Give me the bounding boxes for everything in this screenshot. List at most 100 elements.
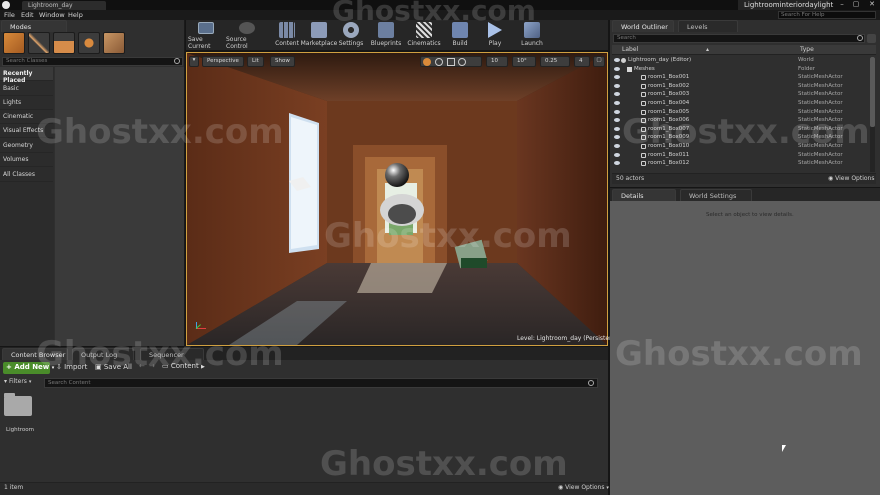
category-visual-effects[interactable]: Visual Effects xyxy=(0,124,53,138)
blueprints-button[interactable]: Blueprints xyxy=(369,20,403,50)
paint-mode-icon[interactable] xyxy=(28,32,50,54)
outliner-row[interactable]: room1_Box012 StaticMeshActor xyxy=(612,160,874,169)
visibility-eye-icon[interactable] xyxy=(614,118,620,123)
visibility-eye-icon[interactable] xyxy=(614,101,620,105)
tab-details[interactable]: Details xyxy=(612,189,676,201)
category-lights[interactable]: Lights xyxy=(0,96,53,110)
launch-button[interactable]: Launch xyxy=(517,20,547,50)
sort-ascending-icon: ▴ xyxy=(706,46,710,53)
save-current-button[interactable]: Save Current xyxy=(188,20,224,50)
outliner-scroll-thumb[interactable] xyxy=(870,57,875,127)
filters-button[interactable]: ▾ Filters ▾ xyxy=(4,378,42,388)
category-geometry[interactable]: Geometry xyxy=(0,139,53,153)
tab-content-browser[interactable]: Content Browser xyxy=(2,348,68,360)
place-mode-icon[interactable] xyxy=(3,32,25,54)
folder-tile-lightroom[interactable]: Lightroom xyxy=(4,393,34,436)
menu-file[interactable]: File xyxy=(4,11,15,19)
grid-snap-button[interactable]: 10 xyxy=(486,56,508,67)
history-back-button[interactable]: ← xyxy=(139,362,145,370)
settings-button[interactable]: Settings xyxy=(337,20,365,50)
perspective-button[interactable]: Perspective xyxy=(202,56,244,67)
visibility-eye-icon[interactable] xyxy=(614,161,620,166)
scale-snap-button[interactable]: 0.25 xyxy=(540,56,570,67)
build-button[interactable]: Build xyxy=(447,20,473,50)
visibility-eye-icon[interactable] xyxy=(614,66,620,71)
tab-world-outliner[interactable]: World Outliner xyxy=(612,20,674,32)
outliner-row[interactable]: room1_Box005 StaticMeshActor xyxy=(612,109,874,118)
visibility-eye-icon[interactable] xyxy=(614,58,620,62)
content-view-options-button[interactable]: ◉ View Options ▾ xyxy=(558,484,609,491)
folder-tab-icon xyxy=(4,393,15,397)
outliner-search-input[interactable]: Search xyxy=(613,34,865,43)
outliner-row[interactable]: room1_Box007 StaticMeshActor xyxy=(612,126,874,135)
visibility-eye-icon[interactable] xyxy=(614,152,620,157)
landscape-mode-icon[interactable] xyxy=(53,32,75,54)
menu-edit[interactable]: Edit xyxy=(21,11,34,19)
column-type-header[interactable]: Type xyxy=(800,46,814,53)
camera-speed-button[interactable]: 4 xyxy=(574,56,590,67)
menu-window[interactable]: Window xyxy=(39,11,65,19)
visibility-eye-icon[interactable] xyxy=(614,144,620,148)
menu-bar xyxy=(0,10,880,20)
tab-levels[interactable]: Levels xyxy=(678,20,738,32)
visibility-eye-icon[interactable] xyxy=(614,83,620,88)
outliner-row[interactable]: room1_Box009 StaticMeshActor xyxy=(612,134,874,143)
viewport-options-button[interactable]: ▾ xyxy=(189,56,199,67)
history-forward-button[interactable]: → xyxy=(149,362,155,370)
outliner-row[interactable]: Meshes Folder xyxy=(612,66,874,75)
outliner-row[interactable]: room1_Box004 StaticMeshActor xyxy=(612,100,874,109)
add-new-button[interactable]: + Add New ▾ xyxy=(3,362,54,374)
show-button[interactable]: Show xyxy=(270,56,295,67)
outliner-row-type: StaticMeshActor xyxy=(798,160,843,167)
level-viewport[interactable] xyxy=(186,52,608,346)
content-button[interactable]: Content xyxy=(273,20,301,50)
save-all-button[interactable]: ▣ Save All xyxy=(93,362,133,374)
visibility-eye-icon[interactable] xyxy=(614,126,620,131)
tab-world-settings[interactable]: World Settings xyxy=(680,189,752,201)
category-cinematic[interactable]: Cinematic xyxy=(0,110,53,124)
category-basic[interactable]: Basic xyxy=(0,82,53,96)
category-all-classes[interactable]: All Classes xyxy=(0,168,53,182)
menu-help[interactable]: Help xyxy=(68,11,83,19)
visibility-eye-icon[interactable] xyxy=(614,75,620,80)
outliner-row[interactable]: room1_Box001 StaticMeshActor xyxy=(612,74,874,83)
mesh-paint-mode-icon[interactable] xyxy=(103,32,125,54)
column-label-header[interactable]: Label xyxy=(622,46,638,53)
view-mode-lit-button[interactable]: Lit xyxy=(247,56,264,67)
modes-search-input[interactable]: Search Classes xyxy=(2,57,183,66)
play-button[interactable]: Play xyxy=(482,20,508,50)
maximize-viewport-button[interactable]: ▢ xyxy=(593,56,605,67)
outliner-row[interactable]: room1_Box011 StaticMeshActor xyxy=(612,152,874,161)
tab-modes[interactable]: Modes xyxy=(1,20,67,32)
window-close-button[interactable]: ✕ xyxy=(866,0,878,9)
outliner-view-options-button[interactable]: ◉ View Options xyxy=(828,175,874,182)
foliage-mode-icon[interactable] xyxy=(78,32,100,54)
marketplace-label: Marketplace xyxy=(300,40,338,47)
content-search-input[interactable]: Search Content xyxy=(44,378,598,388)
source-control-button[interactable]: Source Control xyxy=(226,20,268,50)
category-recently-placed[interactable]: Recently Placed xyxy=(0,67,53,84)
visibility-eye-icon[interactable] xyxy=(614,92,620,97)
level-tab[interactable]: Lightroom_day xyxy=(22,1,106,10)
tab-sequencer[interactable]: Sequencer xyxy=(140,348,204,360)
outliner-row[interactable]: room1_Box010 StaticMeshActor xyxy=(612,143,874,152)
window-minimize-button[interactable]: – xyxy=(836,0,848,9)
outliner-row[interactable]: room1_Box006 StaticMeshActor xyxy=(612,117,874,126)
transform-tools[interactable] xyxy=(420,56,482,67)
visibility-eye-icon[interactable] xyxy=(614,135,620,140)
import-button[interactable]: ⇩ Import xyxy=(54,362,90,374)
visibility-eye-icon[interactable] xyxy=(614,109,620,114)
category-volumes[interactable]: Volumes xyxy=(0,153,53,167)
path-breadcrumb[interactable]: ▭ Content ▶ xyxy=(162,362,205,374)
outliner-row[interactable]: room1_Box003 StaticMeshActor xyxy=(612,91,874,100)
marketplace-button[interactable]: Marketplace xyxy=(301,20,337,50)
tab-output-log[interactable]: Output Log xyxy=(72,348,134,360)
outliner-row[interactable]: Lightroom_day (Editor) World xyxy=(612,57,874,66)
cinematics-button[interactable]: Cinematics xyxy=(406,20,442,50)
outliner-settings-icon[interactable] xyxy=(867,34,876,43)
outliner-row[interactable]: room1_Box002 StaticMeshActor xyxy=(612,83,874,92)
outliner-scrollbar[interactable] xyxy=(870,57,875,172)
window-maximize-button[interactable]: ▢ xyxy=(850,0,862,9)
rotation-snap-button[interactable]: 10° xyxy=(512,56,536,67)
help-search-input[interactable]: Search For Help xyxy=(778,11,876,19)
